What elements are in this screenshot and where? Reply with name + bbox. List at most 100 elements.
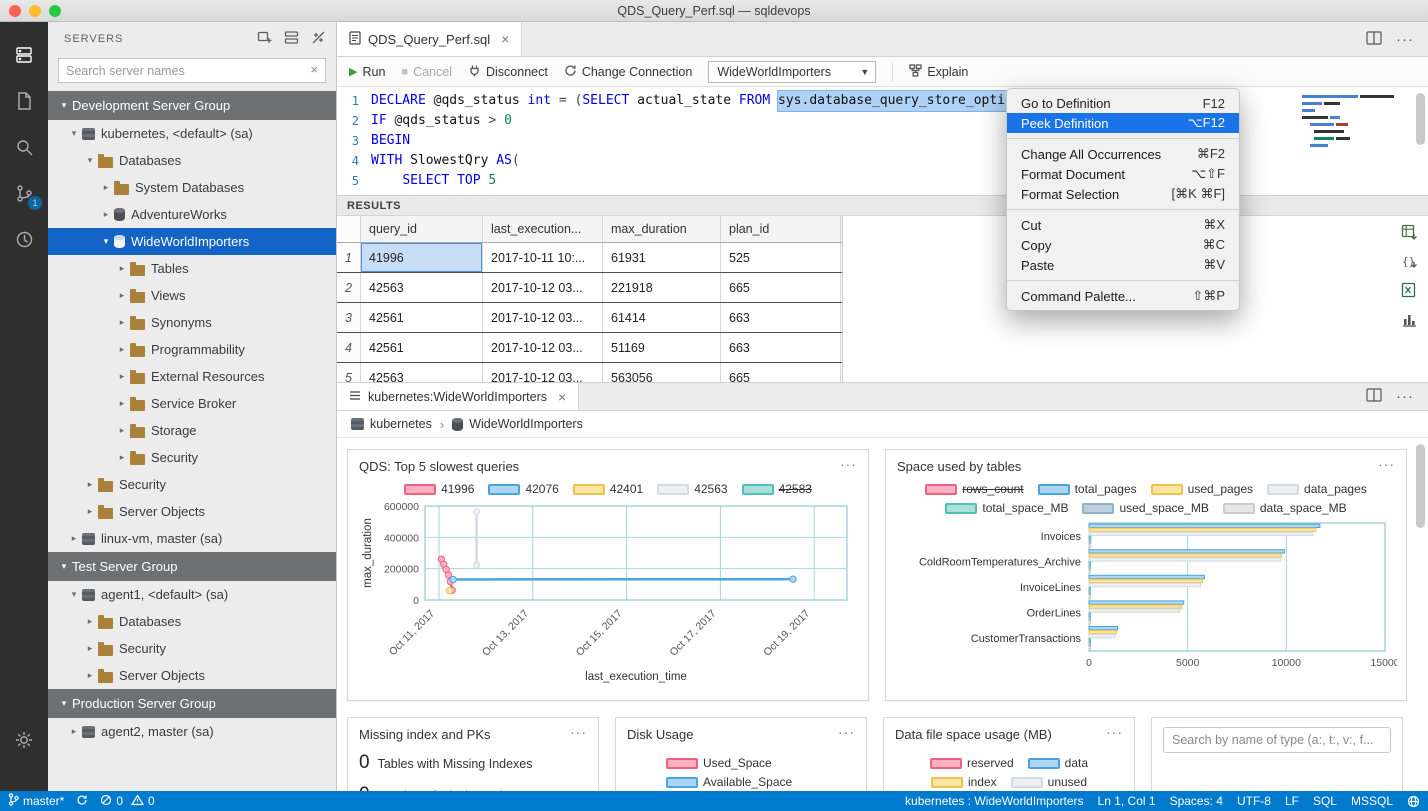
- cancel-button[interactable]: ■ Cancel: [401, 65, 452, 79]
- grid-cell[interactable]: 2017-10-12 03...: [483, 363, 603, 382]
- server-group-production-server-group[interactable]: ▾ Production Server Group: [48, 689, 336, 718]
- menu-item-command-palette[interactable]: Command Palette... ⇧⌘P: [1007, 286, 1239, 306]
- close-tab-icon[interactable]: ×: [558, 389, 566, 405]
- widget-menu-icon[interactable]: ···: [1378, 457, 1395, 471]
- legend-item-rows-count[interactable]: rows_count: [925, 482, 1024, 496]
- activity-explorer-icon[interactable]: [0, 78, 48, 124]
- breadcrumb-database[interactable]: WideWorldImporters: [452, 417, 583, 431]
- tree-item-synonyms[interactable]: ▸ Synonyms: [48, 309, 336, 336]
- widget-menu-icon[interactable]: ···: [838, 725, 855, 739]
- cursor-position[interactable]: Ln 1, Col 1: [1098, 794, 1156, 808]
- active-connections-icon[interactable]: [311, 30, 326, 48]
- code-line[interactable]: 1 DECLARE @qds_status int = (SELECT actua…: [337, 91, 1428, 111]
- grid-cell[interactable]: 42561: [361, 303, 483, 332]
- split-editor-icon[interactable]: [1366, 30, 1382, 48]
- encoding-status[interactable]: UTF-8: [1237, 794, 1271, 808]
- chevron-down-icon[interactable]: ▾: [66, 128, 82, 139]
- grid-cell[interactable]: 51169: [603, 333, 721, 362]
- minimap[interactable]: [1300, 91, 1412, 165]
- row-number[interactable]: 5: [337, 363, 361, 382]
- database-dropdown[interactable]: WideWorldImporters ▼: [708, 60, 877, 83]
- row-number[interactable]: 1: [337, 243, 361, 272]
- grid-cell[interactable]: 42563: [361, 273, 483, 302]
- chevron-right-icon[interactable]: ▸: [82, 670, 98, 681]
- menu-item-copy[interactable]: Copy ⌘C: [1007, 235, 1239, 255]
- tree-item-views[interactable]: ▸ Views: [48, 282, 336, 309]
- legend-item-unused[interactable]: unused: [1010, 775, 1087, 789]
- legend-item-42563[interactable]: 42563: [657, 482, 728, 496]
- eol-status[interactable]: LF: [1285, 794, 1299, 808]
- grid-cell[interactable]: 2017-10-12 03...: [483, 273, 603, 302]
- menu-item-go-to-definition[interactable]: Go to Definition F12: [1007, 93, 1239, 113]
- grid-cell[interactable]: 663: [721, 333, 841, 362]
- chevron-right-icon[interactable]: ▸: [114, 398, 130, 409]
- grid-cell[interactable]: 221918: [603, 273, 721, 302]
- breadcrumb-server[interactable]: kubernetes: [351, 417, 432, 431]
- git-branch-status[interactable]: master*: [8, 793, 64, 809]
- settings-gear-icon[interactable]: [0, 717, 48, 763]
- widget-menu-icon[interactable]: ···: [840, 457, 857, 471]
- chevron-right-icon[interactable]: ▸: [82, 643, 98, 654]
- close-tab-icon[interactable]: ×: [501, 31, 509, 47]
- tree-item-service-broker[interactable]: ▸ Service Broker: [48, 390, 336, 417]
- tree-item-linux-vm-master-sa[interactable]: ▸ linux-vm, master (sa): [48, 525, 336, 552]
- legend-item-index[interactable]: index: [930, 775, 997, 789]
- column-header-last-execution[interactable]: last_execution...: [483, 216, 603, 242]
- menu-item-cut[interactable]: Cut ⌘X: [1007, 215, 1239, 235]
- tab-dashboard[interactable]: kubernetes:WideWorldImporters ×: [337, 383, 580, 410]
- feedback-globe-icon[interactable]: [1407, 795, 1420, 808]
- code-editor[interactable]: 1 DECLARE @qds_status int = (SELECT actua…: [337, 87, 1428, 195]
- grid-cell[interactable]: 2017-10-12 03...: [483, 303, 603, 332]
- tree-item-agent2-master-sa[interactable]: ▸ agent2, master (sa): [48, 718, 336, 745]
- tree-item-databases[interactable]: ▸ Databases: [48, 608, 336, 635]
- tree-item-agent1-default-sa[interactable]: ▾ agent1, <default> (sa): [48, 581, 336, 608]
- provider-status[interactable]: MSSQL: [1351, 794, 1393, 808]
- chevron-down-icon[interactable]: ▾: [98, 236, 114, 247]
- server-search-input[interactable]: [58, 58, 326, 83]
- grid-cell[interactable]: 61414: [603, 303, 721, 332]
- close-window-button[interactable]: [9, 5, 21, 17]
- chevron-right-icon[interactable]: ▸: [114, 344, 130, 355]
- more-actions-icon[interactable]: ···: [1396, 31, 1414, 48]
- chevron-down-icon[interactable]: ▾: [56, 698, 72, 709]
- more-actions-icon[interactable]: ···: [1396, 388, 1414, 405]
- row-number[interactable]: 2: [337, 273, 361, 302]
- legend-item-data-pages[interactable]: data_pages: [1267, 482, 1367, 496]
- menu-item-format-selection[interactable]: Format Selection [⌘K ⌘F]: [1007, 184, 1239, 204]
- legend-item-42583[interactable]: 42583: [741, 482, 812, 496]
- tree-item-server-objects[interactable]: ▸ Server Objects: [48, 662, 336, 689]
- legend-item-data[interactable]: data: [1027, 756, 1088, 770]
- grid-cell[interactable]: 42561: [361, 333, 483, 362]
- tree-item-system-databases[interactable]: ▸ System Databases: [48, 174, 336, 201]
- save-as-csv-icon[interactable]: [1401, 224, 1418, 241]
- indentation-status[interactable]: Spaces: 4: [1170, 794, 1223, 808]
- grid-cell[interactable]: 2017-10-12 03...: [483, 333, 603, 362]
- tree-item-server-objects[interactable]: ▸ Server Objects: [48, 498, 336, 525]
- chevron-right-icon[interactable]: ▸: [66, 726, 82, 737]
- legend-item-reserved[interactable]: reserved: [929, 756, 1014, 770]
- chevron-down-icon[interactable]: ▾: [82, 155, 98, 166]
- chevron-right-icon[interactable]: ▸: [82, 616, 98, 627]
- tree-item-storage[interactable]: ▸ Storage: [48, 417, 336, 444]
- legend-item-data-space-mb[interactable]: data_space_MB: [1222, 501, 1347, 515]
- qds-line-chart[interactable]: 0 200000 400000 600000 Oct 11, 2017 Oct 13, 2…: [359, 498, 859, 684]
- tree-item-security[interactable]: ▸ Security: [48, 471, 336, 498]
- legend-item-42401[interactable]: 42401: [572, 482, 643, 496]
- explain-button[interactable]: Explain: [909, 63, 968, 80]
- disconnect-button[interactable]: Disconnect: [468, 64, 548, 80]
- tree-item-kubernetes-default-sa[interactable]: ▾ kubernetes, <default> (sa): [48, 120, 336, 147]
- column-header-query-id[interactable]: query_id: [361, 216, 483, 242]
- tree-item-security[interactable]: ▸ Security: [48, 444, 336, 471]
- legend-item-41996[interactable]: 41996: [404, 482, 474, 496]
- language-status[interactable]: SQL: [1313, 794, 1337, 808]
- run-button[interactable]: ▶ Run: [349, 65, 385, 79]
- grid-cell[interactable]: 563056: [603, 363, 721, 382]
- column-header-plan-id[interactable]: plan_id: [721, 216, 841, 242]
- legend-item-used-space-mb[interactable]: used_space_MB: [1082, 501, 1209, 515]
- chevron-right-icon[interactable]: ▸: [114, 452, 130, 463]
- menu-item-paste[interactable]: Paste ⌘V: [1007, 255, 1239, 275]
- legend-item-total-space-mb[interactable]: total_space_MB: [945, 501, 1068, 515]
- activity-servers-icon[interactable]: [0, 32, 48, 78]
- widget-menu-icon[interactable]: ···: [570, 725, 587, 739]
- chevron-right-icon[interactable]: ▸: [98, 209, 114, 220]
